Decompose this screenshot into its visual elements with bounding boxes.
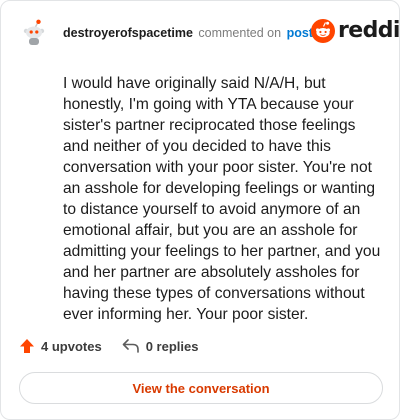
commented-on-text: commented on [198,26,282,40]
comment-actions: 4 upvotes 0 replies [19,338,198,354]
comment-card: destroyerofspacetime commented on post r… [0,0,400,420]
view-conversation-button[interactable]: View the conversation [19,372,383,404]
post-link[interactable]: post [287,26,313,40]
reply-count: 0 replies [145,338,199,354]
comment-body: I would have originally said N/A/H, but … [63,75,381,323]
reply-arrow-icon [122,338,140,354]
snoo-avatar-icon[interactable] [21,19,47,45]
replies-button[interactable]: 0 replies [122,338,199,354]
comment-header: destroyerofspacetime commented on post [63,25,313,41]
upvote-arrow-icon [19,338,35,354]
reddit-wordmark: reddit [338,18,400,43]
upvote-count: 4 upvotes [41,338,102,354]
upvote-button[interactable]: 4 upvotes [19,338,102,354]
reddit-logo-icon [311,19,335,43]
reddit-brand[interactable]: reddit [311,19,400,43]
author-username[interactable]: destroyerofspacetime [63,26,193,40]
